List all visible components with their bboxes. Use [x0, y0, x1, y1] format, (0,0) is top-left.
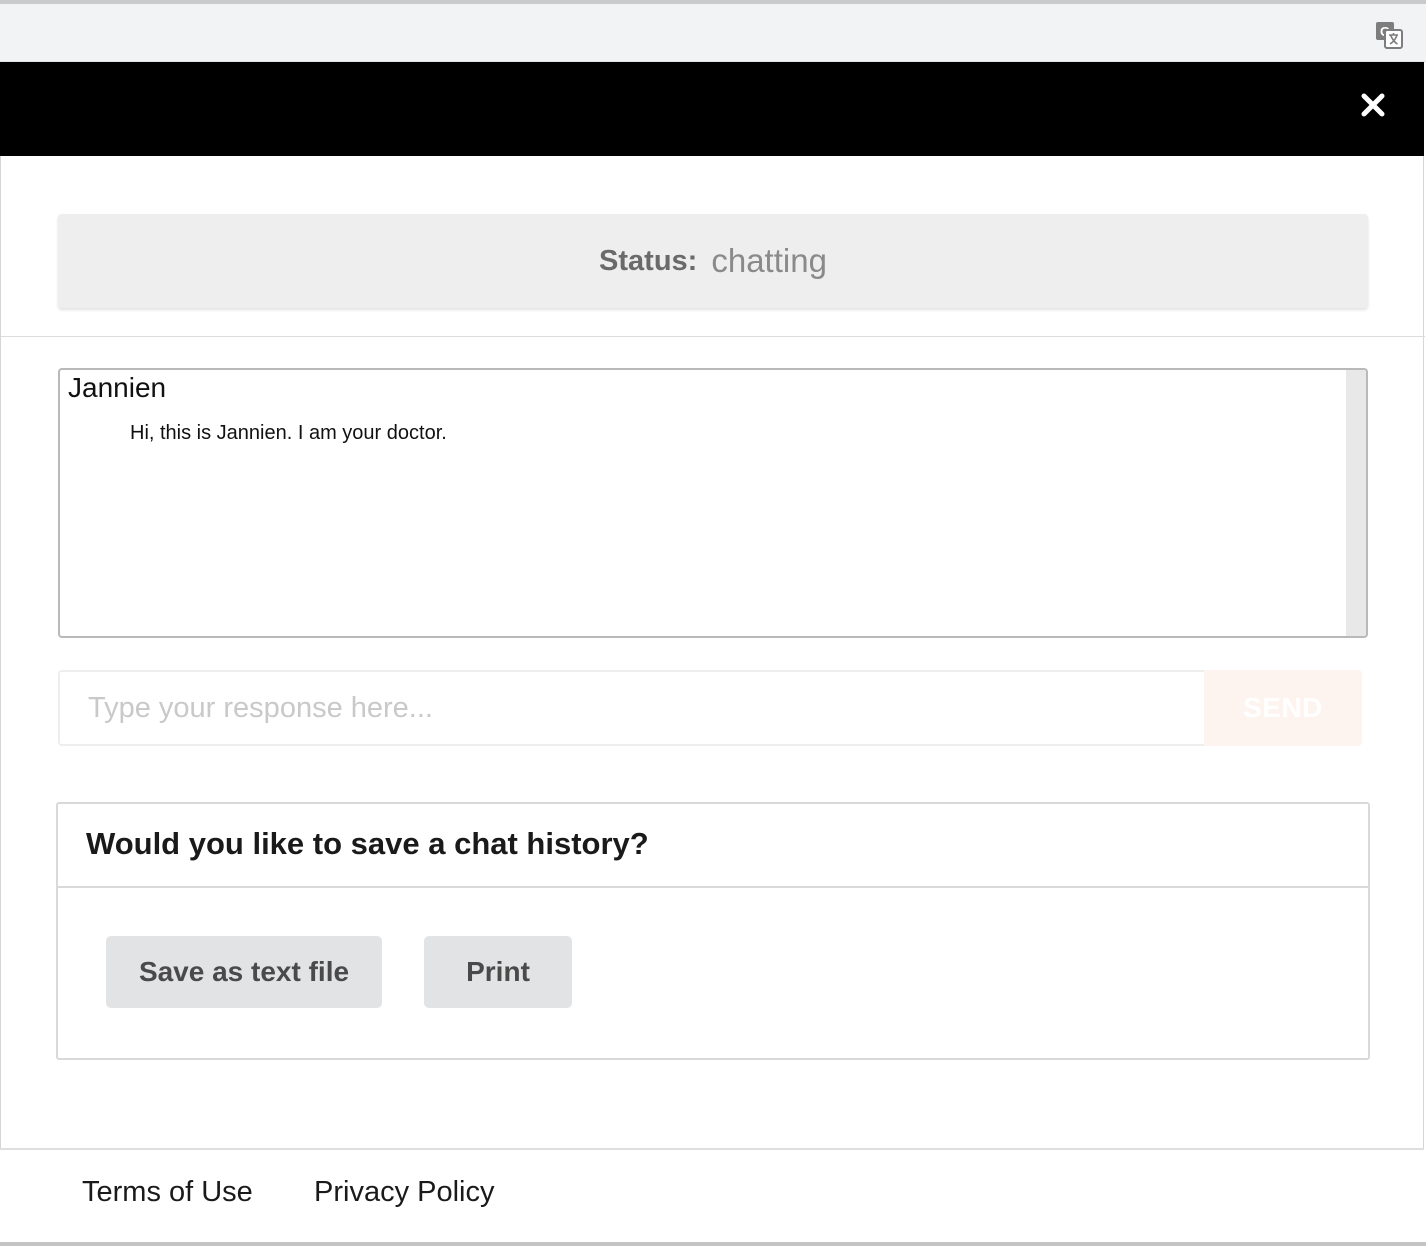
response-input[interactable]: [58, 670, 1204, 746]
composer: SEND: [58, 670, 1362, 746]
print-button[interactable]: Print: [424, 936, 572, 1008]
chat-scrollbar[interactable]: [1346, 370, 1366, 636]
status-label: Status:: [599, 244, 698, 277]
footer: Terms of Use Privacy Policy: [0, 1148, 1424, 1244]
save-history-card: Would you like to save a chat history? S…: [56, 802, 1370, 1060]
terms-of-use-link[interactable]: Terms of Use: [82, 1176, 253, 1209]
status-banner: Status: chatting: [58, 214, 1368, 308]
save-as-text-button[interactable]: Save as text file: [106, 936, 382, 1008]
save-history-header: Would you like to save a chat history?: [58, 804, 1368, 888]
chat-header: [0, 62, 1424, 156]
close-icon[interactable]: [1360, 92, 1386, 118]
translate-icon[interactable]: G: [1374, 20, 1404, 50]
browser-toolbar: G: [0, 0, 1426, 62]
save-history-title: Would you like to save a chat history?: [86, 826, 649, 861]
message-text: Hi, this is Jannien. I am your doctor.: [130, 422, 447, 444]
message-sender: Jannien: [68, 372, 167, 403]
privacy-policy-link[interactable]: Privacy Policy: [314, 1176, 495, 1209]
divider: [1, 336, 1425, 337]
send-button[interactable]: SEND: [1204, 670, 1362, 746]
status-value: chatting: [711, 242, 827, 279]
chat-transcript[interactable]: Jannien Hi, this is Jannien. I am your d…: [58, 368, 1368, 638]
window-bottom-edge: [0, 1242, 1426, 1246]
